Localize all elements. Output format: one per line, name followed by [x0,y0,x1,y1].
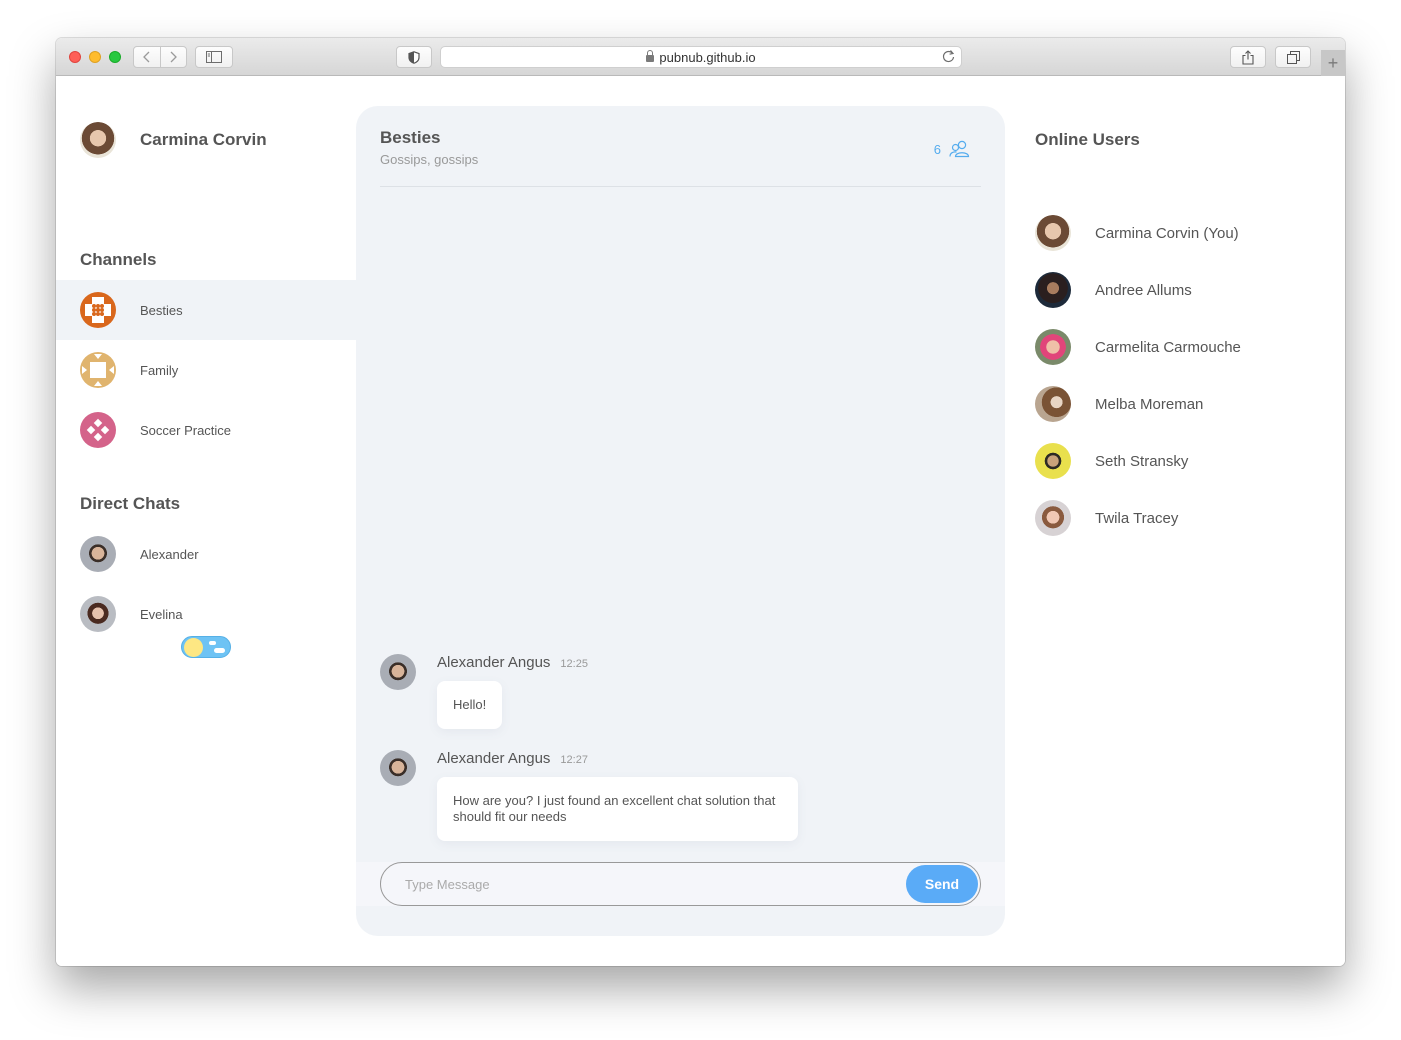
cloud-icon [214,648,225,653]
browser-window: pubnub.github.io + Carmina Corvin Channe… [56,38,1345,966]
user-avatar [1035,329,1071,365]
share-icon [1242,49,1254,65]
sidebar-icon [206,51,222,63]
soccer-practice-channel-icon [80,412,116,448]
minimize-window-button[interactable] [89,51,101,63]
share-button[interactable] [1230,46,1266,68]
channel-item-soccer-practice[interactable]: Soccer Practice [56,400,356,460]
sender-avatar [380,654,416,690]
send-button[interactable]: Send [906,865,978,903]
shield-icon [408,50,420,64]
browser-toolbar: pubnub.github.io + [56,38,1345,76]
message-sender: Alexander Angus [437,654,551,671]
sun-icon [184,638,203,657]
channel-label: Family [140,362,179,378]
message-item: Alexander Angus 12:27 How are you? I jus… [380,750,798,841]
message-bubble: How are you? I just found an excellent c… [437,777,798,841]
history-navigation [133,46,187,68]
back-button[interactable] [134,47,160,67]
user-avatar [1035,443,1071,479]
online-user-item[interactable]: Seth Stransky [1035,443,1188,479]
user-avatar [1035,272,1071,308]
user-name: Carmina Corvin (You) [1095,224,1239,242]
channel-label: Soccer Practice [140,422,232,438]
chat-panel: Besties Gossips, gossips 6 Alexander Ang… [356,106,1005,936]
member-count: 6 [933,141,941,157]
user-name: Melba Moreman [1095,395,1204,413]
show-tabs-button[interactable] [1275,46,1311,68]
channel-label: Besties [140,302,183,318]
user-avatar [1035,386,1071,422]
message-sender: Alexander Angus [437,750,551,767]
channel-description: Gossips, gossips [380,152,479,167]
family-channel-icon [80,352,116,388]
chevron-right-icon [170,51,178,63]
reload-button[interactable] [942,49,955,66]
evelina-avatar [80,596,116,632]
tabs-icon [1286,50,1300,64]
channels-heading: Channels [80,250,157,269]
message-input[interactable] [405,873,885,895]
direct-chat-label: Evelina [140,606,183,622]
plus-icon: + [1327,52,1339,73]
online-user-item[interactable]: Melba Moreman [1035,386,1203,422]
message-input-wrapper: Send [380,862,981,906]
user-name: Andree Allums [1095,281,1192,299]
direct-chat-label: Alexander [140,546,199,562]
cloud-icon [209,641,216,645]
online-user-item[interactable]: Twila Tracey [1035,500,1178,536]
channel-item-besties[interactable]: Besties [56,280,356,340]
user-name: Seth Stransky [1095,452,1189,470]
url-text: pubnub.github.io [659,49,756,65]
close-window-button[interactable] [69,51,81,63]
direct-chat-item-evelina[interactable]: Evelina [56,584,356,644]
alexander-avatar [80,536,116,572]
sender-avatar [380,750,416,786]
app-content: Carmina Corvin Channels Besties Family S… [56,76,1345,966]
direct-chat-item-alexander[interactable]: Alexander [56,524,356,584]
message-time: 12:25 [560,658,588,670]
channel-item-family[interactable]: Family [56,340,356,400]
message-bubble: Hello! [437,681,503,729]
users-icon [949,140,970,158]
address-bar[interactable]: pubnub.github.io [440,46,962,68]
online-user-item[interactable]: Carmelita Carmouche [1035,329,1241,365]
current-user-avatar [80,122,116,158]
new-tab-button[interactable]: + [1321,50,1345,76]
message-composer: Send [356,862,1005,906]
chevron-left-icon [142,51,150,63]
current-user-profile: Carmina Corvin [80,122,267,158]
lock-icon [646,49,655,62]
reload-icon [942,50,955,63]
member-count-button[interactable]: 6 [934,140,971,158]
channel-title: Besties [380,128,441,147]
online-users-heading: Online Users [1035,130,1140,149]
online-user-item[interactable]: Andree Allums [1035,272,1192,308]
user-avatar [1035,215,1071,251]
privacy-report-button[interactable] [396,46,432,68]
message-time: 12:27 [560,754,588,766]
zoom-window-button[interactable] [109,51,121,63]
besties-channel-icon [80,292,116,328]
direct-chats-heading: Direct Chats [80,494,181,513]
user-name: Carmelita Carmouche [1095,338,1241,356]
online-user-item[interactable]: Carmina Corvin (You) [1035,215,1239,251]
chat-header: Besties Gossips, gossips 6 [380,128,981,187]
theme-toggle[interactable] [181,636,231,658]
sidebar-toggle-button[interactable] [195,46,233,68]
forward-button[interactable] [159,47,187,67]
user-name: Twila Tracey [1095,509,1179,527]
message-item: Alexander Angus 12:25 Hello! [380,654,588,729]
user-avatar [1035,500,1071,536]
current-user-name: Carmina Corvin [140,130,267,149]
